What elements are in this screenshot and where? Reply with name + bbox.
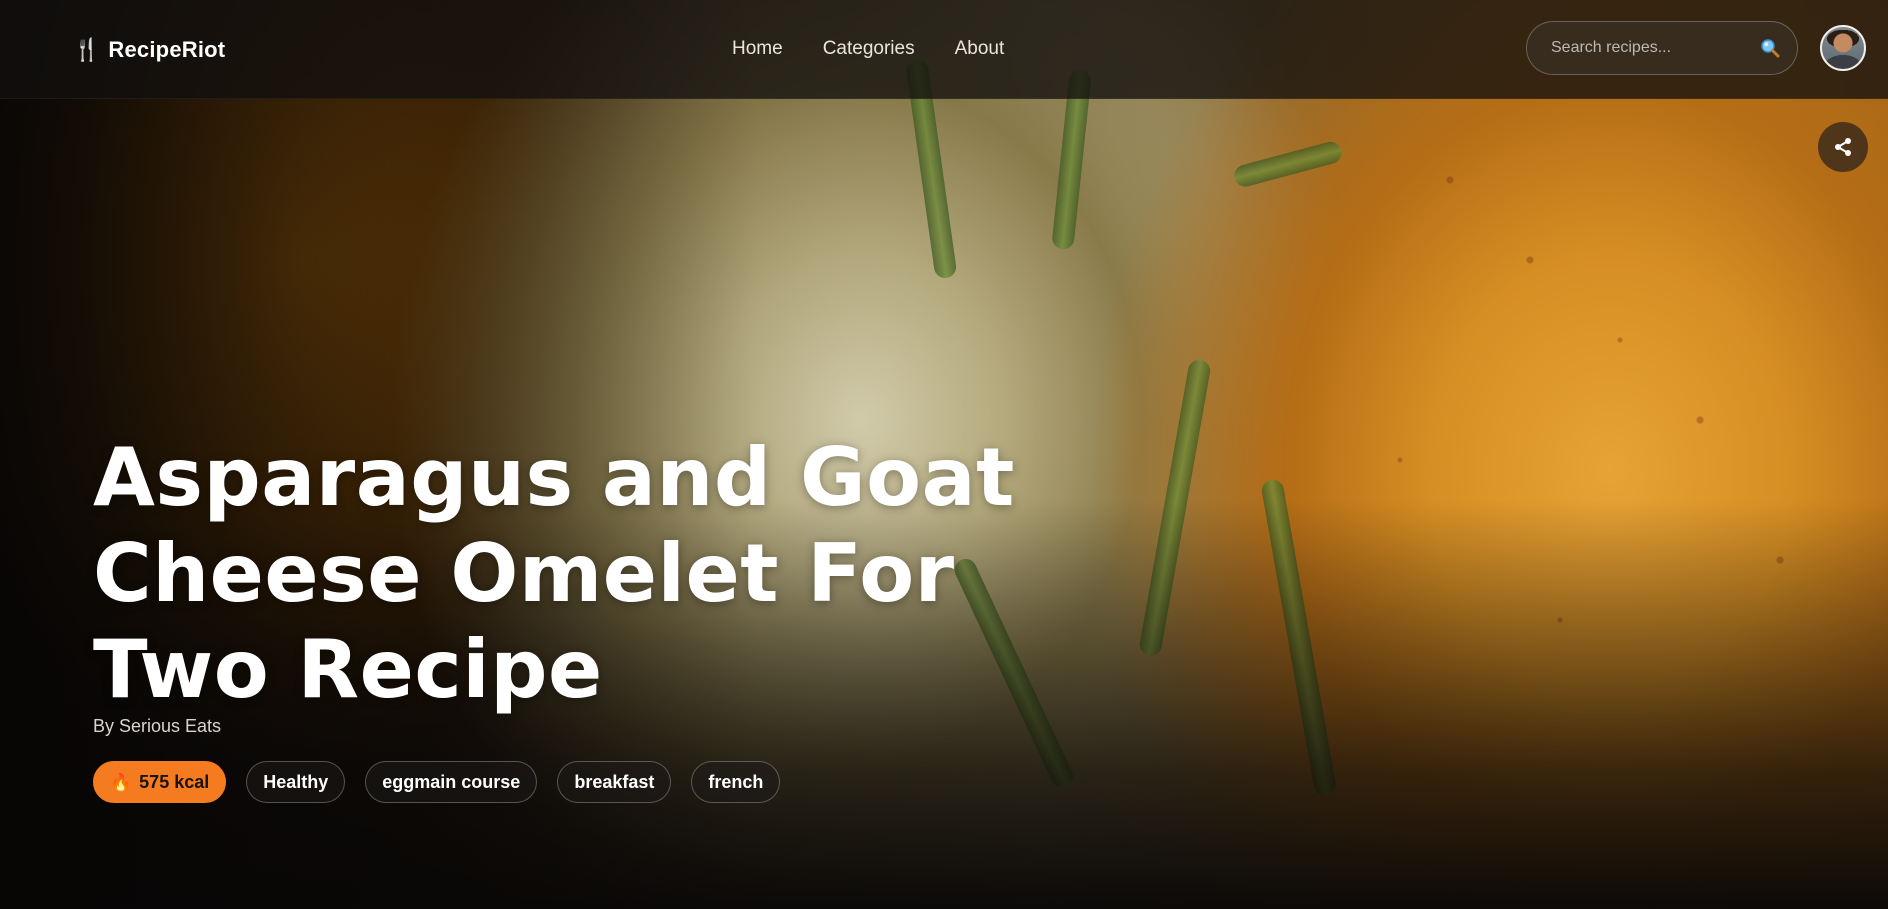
- nav-link-about[interactable]: About: [955, 38, 1005, 60]
- tag-breakfast[interactable]: breakfast: [557, 761, 672, 803]
- recipe-author: By Serious Eats: [93, 716, 222, 736]
- share-icon: [1835, 138, 1851, 156]
- search-box: [1526, 21, 1798, 75]
- top-navbar: 🍴 RecipeRiot Home Categories About: [0, 0, 1888, 99]
- fire-icon: 🔥: [110, 772, 132, 792]
- brand-name: RecipeRiot: [108, 37, 226, 62]
- search-icon[interactable]: [1760, 37, 1780, 59]
- tag-healthy[interactable]: Healthy: [246, 761, 346, 803]
- recipe-tags: 🔥 575 kcal Healthy eggmain course breakf…: [93, 761, 781, 803]
- tag-eggmain-course[interactable]: eggmain course: [365, 761, 538, 803]
- search-input[interactable]: [1549, 38, 1760, 58]
- recipe-title: Asparagus and Goat Cheese Omelet For Two…: [93, 431, 1015, 716]
- main-nav: Home Categories About: [732, 38, 1004, 60]
- nav-link-home[interactable]: Home: [732, 38, 783, 60]
- tag-french[interactable]: french: [691, 761, 781, 803]
- calories-badge: 🔥 575 kcal: [93, 761, 227, 803]
- user-avatar[interactable]: [1820, 25, 1866, 71]
- nav-link-categories[interactable]: Categories: [823, 38, 915, 60]
- recipe-page: 🍴 RecipeRiot Home Categories About Searc…: [0, 0, 1888, 909]
- brand-logo[interactable]: 🍴 RecipeRiot: [73, 37, 225, 63]
- fork-knife-icon: 🍴: [73, 37, 101, 62]
- calories-value: 575 kcal: [139, 771, 210, 792]
- share-button[interactable]: [1818, 122, 1868, 172]
